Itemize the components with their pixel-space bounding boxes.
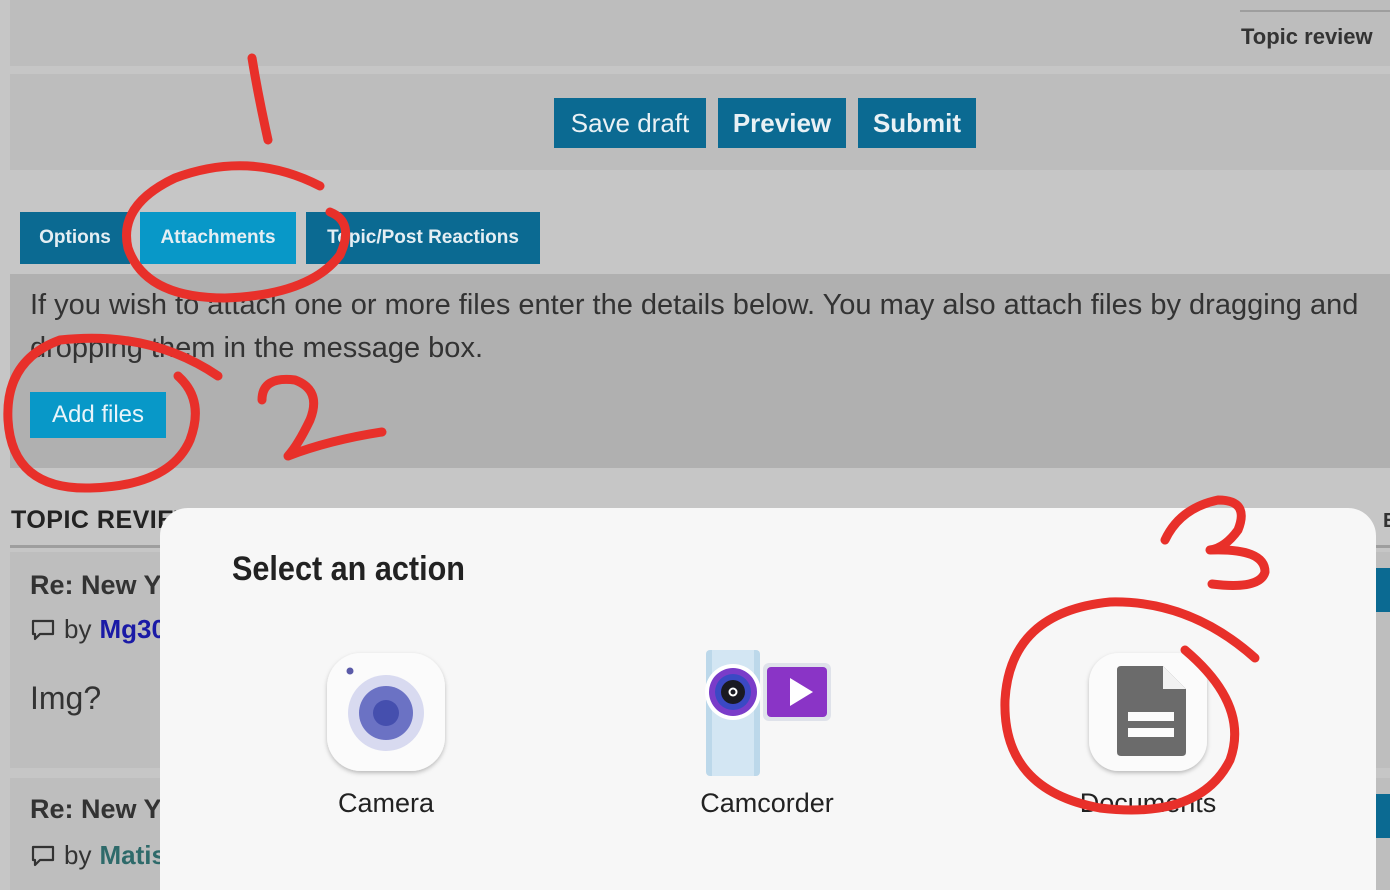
by-label: by	[64, 614, 92, 644]
post-body: Img?	[30, 680, 102, 716]
app-option-camcorder[interactable]: Camcorder	[667, 648, 867, 838]
attachments-instructions: If you wish to attach one or more files …	[30, 284, 1390, 370]
attachments-panel: If you wish to attach one or more files …	[10, 274, 1390, 468]
post-comment-icon	[31, 845, 55, 866]
app-option-documents[interactable]: Documents	[1048, 648, 1248, 838]
preview-button[interactable]: Preview	[718, 98, 846, 148]
post-author-link[interactable]: Matis	[99, 840, 165, 871]
post-comment-icon	[31, 619, 55, 640]
tab-options[interactable]: Options	[20, 212, 130, 264]
camera-icon	[327, 653, 445, 771]
post-title[interactable]: Re: New Y	[30, 794, 162, 825]
tab-attachments[interactable]: Attachments	[140, 212, 296, 264]
dialog-title: Select an action	[232, 550, 465, 588]
add-files-button[interactable]: Add files	[30, 392, 166, 438]
instructions-line-1: If you wish to attach one or more files …	[30, 289, 1359, 321]
save-draft-button[interactable]: Save draft	[554, 98, 706, 148]
submit-button[interactable]: Submit	[858, 98, 976, 148]
app-label-documents: Documents	[1079, 788, 1217, 818]
instructions-line-2: dropping them in the message box.	[30, 332, 483, 364]
documents-icon	[1089, 653, 1207, 771]
camcorder-icon	[705, 650, 831, 776]
post-title[interactable]: Re: New Y	[30, 570, 162, 601]
forum-post-page: Topic review Save draft Preview Submit O…	[0, 0, 1390, 890]
header-panel	[10, 0, 1390, 66]
select-action-dialog: Select an action Camera Camcorder Docume…	[160, 508, 1376, 890]
post-author-link[interactable]: Mg30	[99, 614, 165, 645]
by-label: by	[64, 840, 92, 870]
app-option-camera[interactable]: Camera	[286, 648, 486, 838]
app-label-camcorder: Camcorder	[700, 788, 834, 818]
post-quote-button[interactable]	[1376, 794, 1390, 838]
app-label-camera: Camera	[337, 788, 435, 818]
post-byline: by Mg30	[30, 614, 166, 645]
topic-review-link[interactable]: Topic review	[1240, 10, 1390, 62]
topic-review-right-edge-text: E	[1383, 510, 1390, 532]
tab-topic-post-reactions[interactable]: Topic/Post Reactions	[306, 212, 540, 264]
post-quote-button[interactable]	[1376, 568, 1390, 612]
post-byline: by Matis	[30, 840, 166, 871]
